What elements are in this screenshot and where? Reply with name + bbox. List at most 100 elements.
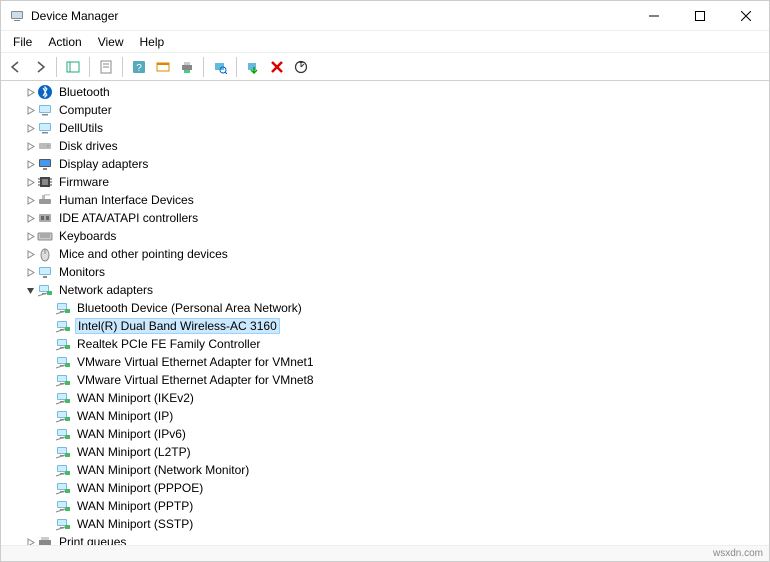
expand-icon[interactable] [23, 193, 37, 207]
tree-node-label[interactable]: Firmware [57, 175, 111, 189]
show-hide-tree-button[interactable] [62, 56, 84, 78]
keyboard-icon [37, 228, 53, 244]
tree-node[interactable]: WAN Miniport (PPTP) [1, 497, 769, 515]
tree-node[interactable]: Computer [1, 101, 769, 119]
tree-node-label[interactable]: Print queues [57, 535, 128, 545]
tree-node-label[interactable]: DellUtils [57, 121, 105, 135]
tree-node-label[interactable]: IDE ATA/ATAPI controllers [57, 211, 200, 225]
tree-node-label[interactable]: WAN Miniport (Network Monitor) [75, 463, 251, 477]
tree-node-label[interactable]: WAN Miniport (L2TP) [75, 445, 193, 459]
action-button[interactable] [152, 56, 174, 78]
tree-node-label[interactable]: WAN Miniport (IKEv2) [75, 391, 196, 405]
expand-icon[interactable] [23, 265, 37, 279]
properties-button[interactable] [95, 56, 117, 78]
tree-node[interactable]: WAN Miniport (Network Monitor) [1, 461, 769, 479]
tree-node[interactable]: IDE ATA/ATAPI controllers [1, 209, 769, 227]
tree-node-label[interactable]: Bluetooth [57, 85, 112, 99]
expand-icon[interactable] [23, 85, 37, 99]
hid-icon [37, 192, 53, 208]
tree-node[interactable]: VMware Virtual Ethernet Adapter for VMne… [1, 353, 769, 371]
tree-node[interactable]: Bluetooth [1, 83, 769, 101]
network-icon [55, 516, 71, 532]
tree-node[interactable]: Disk drives [1, 137, 769, 155]
ide-icon [37, 210, 53, 226]
tree-node-label[interactable]: VMware Virtual Ethernet Adapter for VMne… [75, 355, 316, 369]
tree-node-label[interactable]: WAN Miniport (IP) [75, 409, 175, 423]
help-button[interactable]: ? [128, 56, 150, 78]
tree-node[interactable]: Print queues [1, 533, 769, 545]
expand-icon [41, 427, 55, 441]
maximize-button[interactable] [677, 1, 723, 31]
toolbar-separator [89, 57, 90, 77]
tree-node[interactable]: WAN Miniport (IP) [1, 407, 769, 425]
tree-node-label[interactable]: Monitors [57, 265, 107, 279]
network-icon [55, 300, 71, 316]
expand-icon[interactable] [23, 535, 37, 545]
tree-node-label[interactable]: Intel(R) Dual Band Wireless-AC 3160 [75, 318, 280, 334]
tree-node-label[interactable]: Bluetooth Device (Personal Area Network) [75, 301, 304, 315]
tree-node[interactable]: Bluetooth Device (Personal Area Network) [1, 299, 769, 317]
window-title: Device Manager [31, 9, 118, 23]
tree-node[interactable]: WAN Miniport (SSTP) [1, 515, 769, 533]
print-button[interactable] [176, 56, 198, 78]
tree-node[interactable]: Mice and other pointing devices [1, 245, 769, 263]
monitor-icon [37, 264, 53, 280]
tree-node-label[interactable]: Keyboards [57, 229, 118, 243]
tree-node[interactable]: Network adapters [1, 281, 769, 299]
expand-icon[interactable] [23, 139, 37, 153]
tree-node-label[interactable]: Network adapters [57, 283, 155, 297]
tree-node-label[interactable]: Disk drives [57, 139, 120, 153]
close-button[interactable] [723, 1, 769, 31]
tree-node[interactable]: WAN Miniport (PPPOE) [1, 479, 769, 497]
minimize-button[interactable] [631, 1, 677, 31]
tree-node-label[interactable]: Realtek PCIe FE Family Controller [75, 337, 262, 351]
enable-device-button[interactable] [242, 56, 264, 78]
network-icon [55, 354, 71, 370]
collapse-icon[interactable] [23, 283, 37, 297]
menu-action[interactable]: Action [40, 33, 89, 51]
expand-icon[interactable] [23, 211, 37, 225]
footer: wsxdn.com [1, 545, 769, 561]
toolbar-separator [236, 57, 237, 77]
scan-hardware-button[interactable] [209, 56, 231, 78]
tree-node-label[interactable]: WAN Miniport (PPTP) [75, 499, 195, 513]
menu-help[interactable]: Help [132, 33, 173, 51]
tree-node-label[interactable]: Mice and other pointing devices [57, 247, 230, 261]
tree-node-label[interactable]: WAN Miniport (SSTP) [75, 517, 195, 531]
network-icon [55, 426, 71, 442]
tree-node[interactable]: VMware Virtual Ethernet Adapter for VMne… [1, 371, 769, 389]
tree-node[interactable]: Keyboards [1, 227, 769, 245]
update-driver-button[interactable] [290, 56, 312, 78]
tree-node[interactable]: WAN Miniport (IPv6) [1, 425, 769, 443]
tree-node-label[interactable]: Human Interface Devices [57, 193, 196, 207]
network-icon [55, 462, 71, 478]
tree-node-label[interactable]: Computer [57, 103, 114, 117]
expand-icon[interactable] [23, 157, 37, 171]
tree-node-label[interactable]: VMware Virtual Ethernet Adapter for VMne… [75, 373, 316, 387]
expand-icon[interactable] [23, 175, 37, 189]
tree-node[interactable]: Realtek PCIe FE Family Controller [1, 335, 769, 353]
tree-node[interactable]: Display adapters [1, 155, 769, 173]
tree-node-label[interactable]: Display adapters [57, 157, 150, 171]
tree-node[interactable]: Monitors [1, 263, 769, 281]
tree-node[interactable]: Human Interface Devices [1, 191, 769, 209]
back-button[interactable] [5, 56, 27, 78]
expand-icon[interactable] [23, 247, 37, 261]
menu-file[interactable]: File [5, 33, 40, 51]
uninstall-device-button[interactable] [266, 56, 288, 78]
expand-icon[interactable] [23, 121, 37, 135]
expand-icon[interactable] [23, 229, 37, 243]
disk-icon [37, 138, 53, 154]
tree-node[interactable]: WAN Miniport (IKEv2) [1, 389, 769, 407]
device-tree[interactable]: Bluetooth Computer DellUtils Disk drives Dis… [1, 81, 769, 545]
tree-node[interactable]: Intel(R) Dual Band Wireless-AC 3160 [1, 317, 769, 335]
expand-icon[interactable] [23, 103, 37, 117]
forward-button[interactable] [29, 56, 51, 78]
tree-node[interactable]: WAN Miniport (L2TP) [1, 443, 769, 461]
menu-view[interactable]: View [90, 33, 132, 51]
tree-node-label[interactable]: WAN Miniport (PPPOE) [75, 481, 205, 495]
tree-node[interactable]: Firmware [1, 173, 769, 191]
tree-node[interactable]: DellUtils [1, 119, 769, 137]
watermark: wsxdn.com [713, 548, 763, 559]
tree-node-label[interactable]: WAN Miniport (IPv6) [75, 427, 188, 441]
